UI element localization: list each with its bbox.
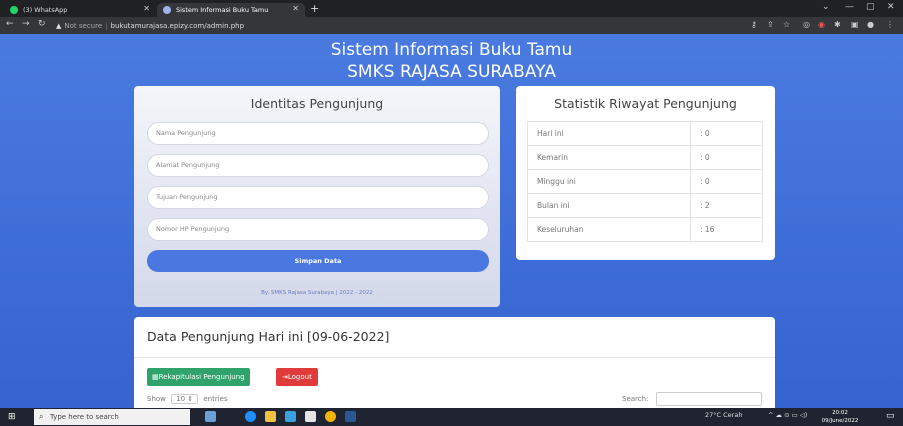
table-row: Hari ini : 0 xyxy=(527,121,763,146)
form-title: Identitas Pengunjung xyxy=(250,96,384,111)
table-icon: ▦ xyxy=(152,373,159,381)
page-content: Sistem Informasi Buku Tamu SMKS RAJASA S… xyxy=(0,34,903,408)
mail-icon[interactable] xyxy=(305,411,316,422)
stat-label: Hari ini xyxy=(527,121,691,146)
stat-value: : 0 xyxy=(690,169,763,194)
close-tab-icon[interactable]: ✕ xyxy=(292,4,299,13)
search-icon: ⌕ xyxy=(39,412,44,421)
word-icon[interactable] xyxy=(345,411,356,422)
edge-icon[interactable] xyxy=(245,411,256,422)
table-row: Minggu ini : 0 xyxy=(527,169,763,194)
stat-value: : 2 xyxy=(690,193,763,218)
tab-search-icon[interactable]: ⌄ xyxy=(822,2,830,12)
tab-label: Sistem Informasi Buku Tamu xyxy=(176,6,269,14)
address-bar: ← → ↻ ▲ Not secure | bukutamurajasa.epiz… xyxy=(0,17,903,34)
browser-tab-strip: (3) WhatsApp ✕ Sistem Informasi Buku Tam… xyxy=(0,0,903,17)
stat-label: Kemarin xyxy=(527,145,691,170)
back-icon[interactable]: ← xyxy=(6,19,14,29)
logout-label: Logout xyxy=(287,373,312,381)
search-label: Search: xyxy=(622,395,649,403)
star-icon[interactable]: ☆ xyxy=(783,20,790,29)
data-section-title: Data Pengunjung Hari ini [09-06-2022] xyxy=(147,329,390,344)
notification-icon[interactable]: ▭ xyxy=(886,411,895,421)
warning-icon: ▲ xyxy=(56,21,62,30)
url-text: bukutamurajasa.epizy.com/admin.php xyxy=(110,21,245,30)
taskbar: ⊞ ⌕ Type here to search 27°C Cerah ^ ☁ ⊙… xyxy=(0,408,903,426)
visitor-name-input[interactable]: Nama Pengunjung xyxy=(147,122,489,145)
reload-icon[interactable]: ↻ xyxy=(38,19,46,29)
stat-label: Minggu ini xyxy=(527,169,691,194)
system-tray-icons[interactable]: ^ ☁ ⊙ ▭ ◁) xyxy=(768,411,807,419)
store-icon[interactable] xyxy=(285,411,296,422)
extension-red-icon[interactable]: ◉ xyxy=(818,20,825,29)
weather-text[interactable]: 27°C Cerah xyxy=(705,411,742,419)
stat-value: : 0 xyxy=(690,121,763,146)
sidepanel-icon[interactable]: ▣ xyxy=(851,20,859,29)
maximize-icon[interactable]: ▢ xyxy=(866,2,875,12)
minimize-icon[interactable]: — xyxy=(845,2,854,12)
tab-label: (3) WhatsApp xyxy=(23,6,68,14)
extension-icon[interactable]: ◎ xyxy=(803,20,810,29)
visitor-form-card: Identitas Pengunjung Nama Pengunjung Ala… xyxy=(134,86,500,307)
entries-select[interactable]: 10 ⇕ xyxy=(171,394,199,404)
close-window-icon[interactable]: ✕ xyxy=(887,2,895,12)
clock[interactable]: 20:02 09/June/2022 xyxy=(812,409,868,425)
entries-value: 10 xyxy=(176,395,186,403)
url-separator: | xyxy=(105,21,108,30)
menu-icon[interactable]: ⋮ xyxy=(886,20,894,29)
new-tab-button[interactable]: + xyxy=(310,2,319,15)
form-footer: By. SMKS Rajasa Surabaya | 2022 - 2022 xyxy=(261,290,373,296)
visitor-purpose-input[interactable]: Tujuan Pengunjung xyxy=(147,186,489,209)
stat-label: Keseluruhan xyxy=(527,217,691,242)
table-row: Keseluruhan : 16 xyxy=(527,217,763,242)
puzzle-icon[interactable]: ✱ xyxy=(834,20,841,29)
chrome-icon[interactable] xyxy=(325,411,336,422)
page-title-line1: Sistem Informasi Buku Tamu xyxy=(330,40,573,60)
rekap-label: Rekapitulasi Pengunjung xyxy=(158,373,245,381)
visitor-phone-input[interactable]: Nomor HP Pengunjung xyxy=(147,218,489,241)
tab-whatsapp[interactable]: (3) WhatsApp ✕ xyxy=(4,3,156,17)
divider xyxy=(134,357,775,358)
tab-buku-tamu[interactable]: Sistem Informasi Buku Tamu ✕ xyxy=(157,3,305,17)
whatsapp-icon xyxy=(10,6,18,14)
today-visitors-card: Data Pengunjung Hari ini [09-06-2022] ▦R… xyxy=(134,317,775,408)
url-field[interactable]: ▲ Not secure | bukutamurajasa.epizy.com/… xyxy=(56,19,826,32)
stat-label: Bulan ini xyxy=(527,193,691,218)
table-row: Bulan ini : 2 xyxy=(527,193,763,218)
close-tab-icon[interactable]: ✕ xyxy=(143,4,150,13)
logout-button[interactable]: ⇥Logout xyxy=(276,368,318,386)
show-label: Show xyxy=(147,395,166,403)
file-explorer-icon[interactable] xyxy=(265,411,276,422)
stats-title: Statistik Riwayat Pengunjung xyxy=(554,96,737,111)
page-title-line2: SMKS RAJASA SURABAYA xyxy=(347,62,556,82)
stat-value: : 0 xyxy=(690,145,763,170)
search-input[interactable] xyxy=(656,392,762,406)
stats-table: Hari ini : 0 Kemarin : 0 Minggu ini : 0 … xyxy=(527,121,763,242)
profile-avatar-icon[interactable]: ● xyxy=(867,20,874,29)
not-secure-label: Not secure xyxy=(64,21,103,30)
share-icon[interactable]: ⇪ xyxy=(767,20,774,29)
forward-icon[interactable]: → xyxy=(22,19,30,29)
table-row: Kemarin : 0 xyxy=(527,145,763,170)
taskbar-search-input[interactable]: ⌕ Type here to search xyxy=(34,409,190,425)
save-button[interactable]: Simpan Data xyxy=(147,250,489,272)
stat-value: : 16 xyxy=(690,217,763,242)
entries-label: entries xyxy=(203,395,228,403)
windows-start-icon[interactable]: ⊞ xyxy=(8,412,18,422)
site-favicon-icon xyxy=(163,6,171,14)
clock-time: 20:02 xyxy=(832,410,848,416)
visitor-address-input[interactable]: Alamat Pengunjung xyxy=(147,154,489,177)
stats-card: Statistik Riwayat Pengunjung Hari ini : … xyxy=(516,86,775,260)
rekap-button[interactable]: ▦Rekapitulasi Pengunjung xyxy=(147,368,250,386)
entries-length-control: Show 10 ⇕ entries xyxy=(147,394,228,404)
taskbar-search-placeholder: Type here to search xyxy=(50,413,119,421)
key-icon[interactable]: ⚷ xyxy=(751,20,757,29)
clock-date: 09/June/2022 xyxy=(821,418,859,424)
weather-app-icon[interactable] xyxy=(205,411,216,422)
